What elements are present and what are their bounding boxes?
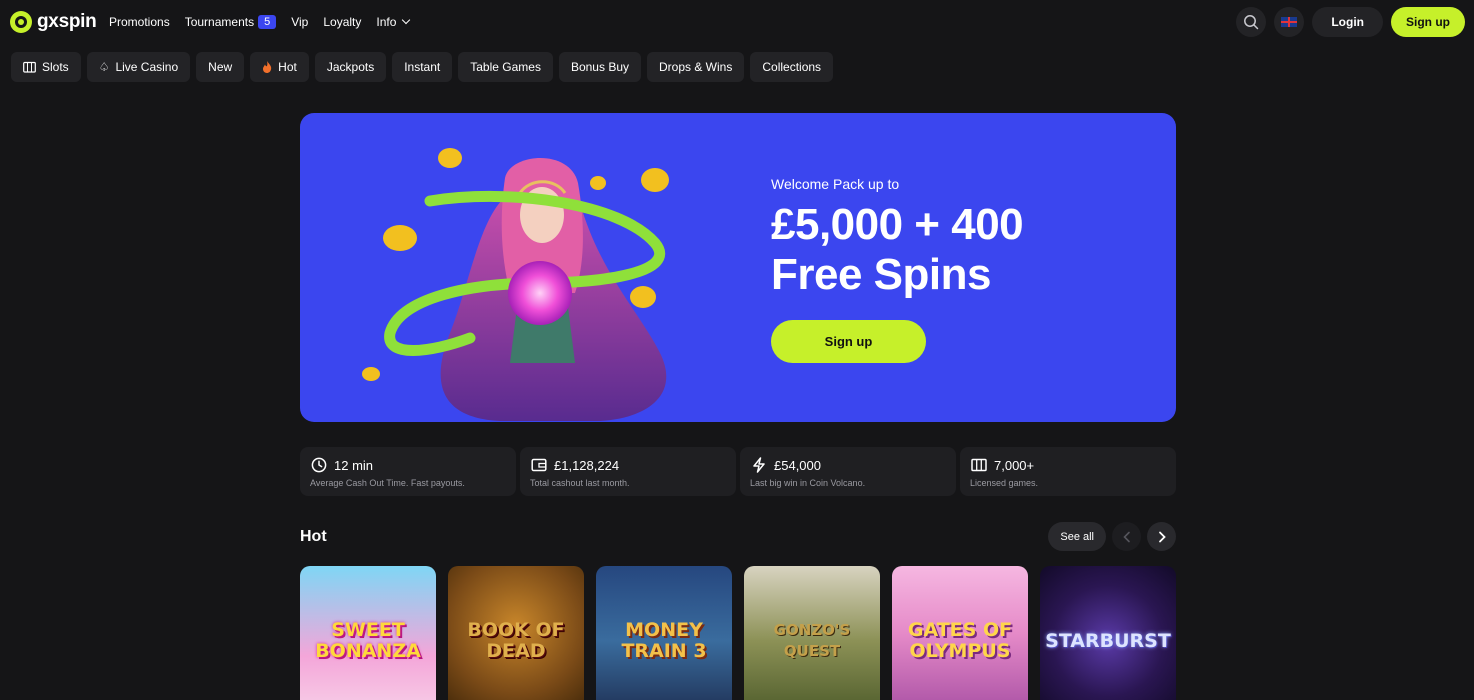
nav-tournaments[interactable]: Tournaments 5 bbox=[185, 15, 277, 29]
stat-description: Last big win in Coin Volcano. bbox=[750, 478, 866, 488]
game-title-art: Gonzo's Quest bbox=[773, 621, 851, 660]
game-tile[interactable]: Money Train 3 bbox=[596, 566, 732, 700]
hot-games-carousel: Sweet Bonanza Book of Dead Money Train 3… bbox=[300, 566, 1176, 700]
nav-promotions[interactable]: Promotions bbox=[109, 15, 170, 29]
category-label: Live Casino bbox=[115, 60, 179, 74]
language-button[interactable] bbox=[1274, 7, 1305, 37]
carousel-prev-button[interactable] bbox=[1112, 522, 1141, 551]
category-table-games[interactable]: Table Games bbox=[458, 52, 553, 82]
game-title-art: Money Train 3 bbox=[621, 619, 707, 662]
category-label: Instant bbox=[404, 60, 441, 74]
stat-card: 7,000+ Licensed games. bbox=[960, 447, 1176, 496]
category-label: Table Games bbox=[470, 60, 541, 74]
banner-subtitle: Welcome Pack up to bbox=[771, 176, 900, 192]
main-nav: Promotions Tournaments 5 Vip Loyalty Inf… bbox=[109, 15, 411, 29]
header-actions: Login Sign up bbox=[1236, 7, 1465, 37]
stats-row: 12 min Average Cash Out Time. Fast payou… bbox=[300, 447, 1176, 496]
top-header: gxspin Promotions Tournaments 5 Vip Loya… bbox=[0, 0, 1474, 45]
stat-value: 7,000+ bbox=[994, 457, 1035, 473]
category-collections[interactable]: Collections bbox=[750, 52, 834, 82]
stat-value: £1,128,224 bbox=[554, 457, 620, 473]
game-title-art: Book of Dead bbox=[467, 619, 565, 662]
gxspin-logo[interactable]: gxspin bbox=[10, 11, 97, 33]
stat-card: £54,000 Last big win in Coin Volcano. bbox=[740, 447, 956, 496]
stat-card: £1,128,224 Total cashout last month. bbox=[520, 447, 736, 496]
game-title-art: Sweet Bonanza bbox=[315, 619, 421, 662]
see-all-button[interactable]: See all bbox=[1048, 522, 1106, 551]
category-label: Slots bbox=[42, 60, 69, 74]
logo-mark-icon bbox=[10, 11, 32, 33]
game-tile[interactable]: Starburst bbox=[1040, 566, 1176, 700]
section-title-hot: Hot bbox=[300, 528, 327, 545]
chevron-left-icon bbox=[1122, 531, 1130, 542]
clock-icon bbox=[310, 457, 327, 474]
wallet-icon bbox=[530, 457, 547, 474]
nav-loyalty[interactable]: Loyalty bbox=[323, 15, 361, 29]
login-button[interactable]: Login bbox=[1312, 7, 1383, 37]
category-slots[interactable]: Slots bbox=[11, 52, 81, 82]
uk-flag-icon bbox=[1281, 17, 1298, 27]
chevron-down-icon bbox=[402, 15, 411, 25]
tournaments-count-badge: 5 bbox=[258, 15, 277, 29]
category-label: New bbox=[208, 60, 233, 74]
game-tile[interactable]: Sweet Bonanza bbox=[300, 566, 436, 700]
category-jackpots[interactable]: Jackpots bbox=[314, 52, 387, 82]
category-label: Bonus Buy bbox=[570, 60, 629, 74]
slot-machine-icon bbox=[23, 61, 36, 73]
banner-title-line2: Free Spins bbox=[771, 250, 991, 299]
nav-info[interactable]: Info bbox=[376, 15, 411, 29]
category-label: Drops & Wins bbox=[659, 60, 733, 74]
game-tile[interactable]: Gonzo's Quest bbox=[744, 566, 880, 700]
carousel-next-button[interactable] bbox=[1147, 522, 1176, 551]
lightning-icon bbox=[750, 457, 767, 474]
stat-description: Licensed games. bbox=[970, 478, 1039, 488]
banner-signup-button[interactable]: Sign up bbox=[771, 320, 926, 363]
nav-vip[interactable]: Vip bbox=[291, 15, 308, 29]
spade-icon: ♤ bbox=[98, 60, 110, 74]
signup-button[interactable]: Sign up bbox=[1391, 7, 1465, 37]
banner-title-line1: £5,000 + 400 bbox=[771, 200, 1024, 249]
search-button[interactable] bbox=[1236, 7, 1267, 37]
game-title-art: Gates of Olympus bbox=[907, 619, 1013, 662]
category-bar: Slots ♤ Live Casino New Hot Jackpots Ins… bbox=[11, 52, 834, 82]
category-label: Hot bbox=[278, 60, 297, 74]
stat-description: Average Cash Out Time. Fast payouts. bbox=[310, 478, 465, 488]
category-instant[interactable]: Instant bbox=[392, 52, 453, 82]
category-drops-wins[interactable]: Drops & Wins bbox=[647, 52, 745, 82]
category-hot[interactable]: Hot bbox=[250, 52, 309, 82]
flame-icon bbox=[263, 61, 272, 73]
stat-description: Total cashout last month. bbox=[530, 478, 630, 488]
stat-value: £54,000 bbox=[774, 457, 821, 473]
banner-text: Welcome Pack up to £5,000 + 400 Free Spi… bbox=[771, 176, 1024, 363]
slot-machine-icon bbox=[970, 457, 987, 474]
search-icon bbox=[1244, 15, 1259, 30]
stat-value: 12 min bbox=[334, 457, 374, 473]
welcome-banner[interactable]: Welcome Pack up to £5,000 + 400 Free Spi… bbox=[300, 113, 1176, 422]
chevron-right-icon bbox=[1158, 531, 1166, 542]
nav-info-label: Info bbox=[376, 15, 397, 29]
sorceress-illustration bbox=[362, 148, 669, 421]
stat-card: 12 min Average Cash Out Time. Fast payou… bbox=[300, 447, 516, 496]
hot-section-controls: See all bbox=[1048, 522, 1176, 551]
game-tile[interactable]: Book of Dead bbox=[448, 566, 584, 700]
category-label: Jackpots bbox=[326, 60, 375, 74]
nav-tournaments-label: Tournaments bbox=[184, 15, 255, 29]
category-live-casino[interactable]: ♤ Live Casino bbox=[86, 52, 191, 82]
logo-text: gxspin bbox=[37, 11, 97, 32]
category-new[interactable]: New bbox=[196, 52, 245, 82]
game-title-art: Starburst bbox=[1045, 629, 1171, 652]
game-tile[interactable]: Gates of Olympus bbox=[892, 566, 1028, 700]
category-label: Collections bbox=[762, 60, 822, 74]
category-bonus-buy[interactable]: Bonus Buy bbox=[558, 52, 641, 82]
